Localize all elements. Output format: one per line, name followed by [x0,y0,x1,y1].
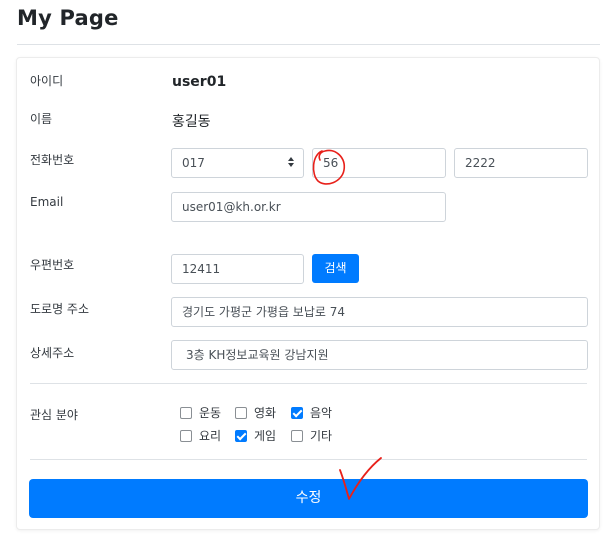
phone-label: 전화번호 [30,153,75,167]
id-value: user01 [172,74,227,90]
checkbox-icon[interactable] [180,406,192,419]
phone-middle-field[interactable]: 56 [312,148,446,178]
email-field[interactable]: user01@kh.or.kr [171,192,446,222]
checkbox-icon[interactable] [180,429,192,442]
phone-prefix-select[interactable]: 017 [171,148,304,178]
detail-address-field[interactable]: 3층 KH정보교육원 강남지원 [171,340,588,370]
name-value: 홍길동 [172,114,211,130]
road-address-field[interactable]: 경기도 가평군 가평읍 보납로 74 [171,297,588,327]
submit-button[interactable]: 수정 [29,479,588,518]
select-arrows-icon [288,156,295,170]
interest-checkbox-cooking[interactable]: 요리 [180,427,221,444]
interest-label: 기타 [310,429,333,443]
interest-checkbox-other[interactable]: 기타 [291,427,332,444]
interest-label: 영화 [254,406,277,420]
checkbox-checked-icon[interactable] [235,429,247,442]
section-divider [30,459,587,460]
id-label: 아이디 [30,74,64,88]
search-button[interactable]: 검색 [312,254,359,283]
zipcode-label: 우편번호 [30,258,75,272]
interest-label: 음악 [310,406,333,420]
checkbox-icon[interactable] [235,406,247,419]
phone-prefix-value: 017 [182,156,205,170]
phone-last-field[interactable]: 2222 [454,148,588,178]
road-address-label: 도로명 주소 [30,302,90,316]
name-label: 이름 [30,112,53,126]
email-label: Email [30,195,64,209]
interests-label: 관심 분야 [30,408,78,422]
interest-checkbox-game[interactable]: 게임 [235,427,276,444]
zipcode-field[interactable]: 12411 [171,254,304,284]
checkbox-icon[interactable] [291,429,303,442]
section-divider [30,383,587,384]
interest-label: 운동 [199,406,222,420]
detail-address-label: 상세주소 [30,346,75,360]
interest-checkbox-movie[interactable]: 영화 [235,404,276,421]
interest-checkbox-sport[interactable]: 운동 [180,404,221,421]
interest-checkbox-music[interactable]: 음악 [291,404,332,421]
interest-label: 게임 [254,429,277,443]
page-title: My Page [17,6,119,30]
checkbox-checked-icon[interactable] [291,406,303,419]
title-divider [17,44,600,45]
interest-label: 요리 [199,429,222,443]
